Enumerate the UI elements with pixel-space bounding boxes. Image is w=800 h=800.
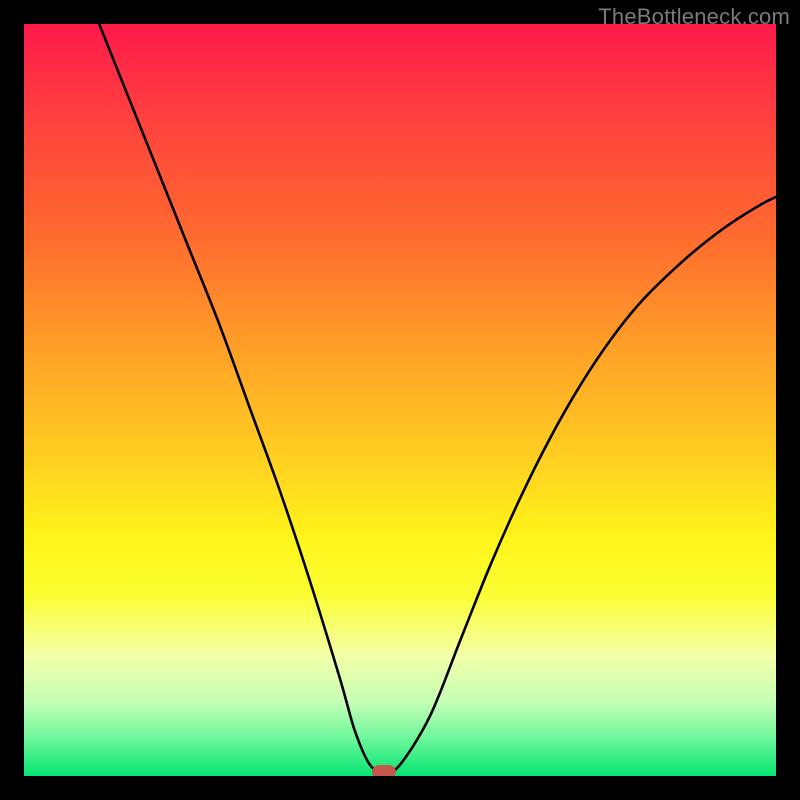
chart-frame: TheBottleneck.com	[0, 0, 800, 800]
optimum-marker	[372, 765, 396, 776]
bottleneck-curve	[24, 24, 776, 776]
plot-area	[24, 24, 776, 776]
curve-path	[99, 24, 776, 772]
